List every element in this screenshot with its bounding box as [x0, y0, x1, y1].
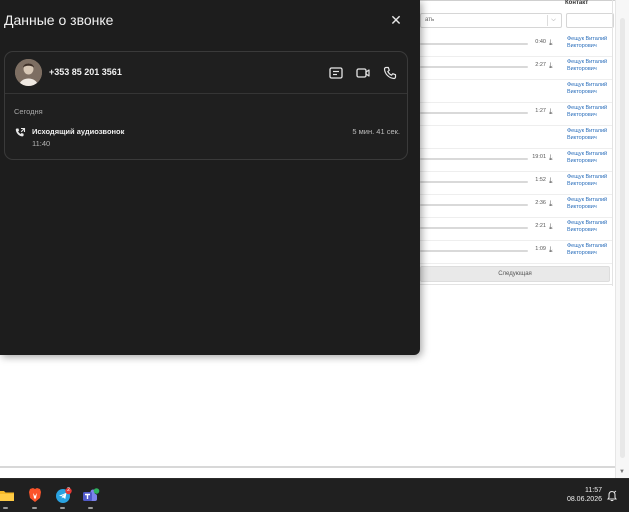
- audio-progress-track[interactable]: [420, 250, 528, 252]
- audio-duration: 2:36: [535, 200, 546, 206]
- contact-link[interactable]: Фещук Виталий Викторович: [567, 243, 613, 257]
- download-icon[interactable]: ⤓: [549, 199, 553, 209]
- call-type: Исходящий аудиозвонок: [32, 127, 125, 136]
- filter-select[interactable]: ать ⌵: [420, 13, 562, 28]
- table-row: 2:27 ⤓ Фещук Виталий Викторович: [420, 58, 612, 80]
- call-time: 11:40: [32, 139, 51, 148]
- table-right-border: [612, 0, 613, 286]
- audio-duration: 2:21: [535, 223, 546, 229]
- download-icon[interactable]: ⤓: [549, 245, 553, 255]
- call-details-card: +353 85 201 3561 Сегодня Исходящий аудио…: [4, 51, 408, 160]
- panel-title: Данные о звонке: [4, 12, 114, 28]
- table-row: 2:21 ⤓ Фещук Виталий Викторович: [420, 219, 612, 241]
- contact-link[interactable]: Фещук Виталий Викторович: [567, 128, 613, 142]
- table-bottom-border: [420, 284, 613, 285]
- contact-link[interactable]: Фещук Виталий Викторович: [567, 82, 613, 96]
- table-row: 0:40 ⤓ Фещук Виталий Викторович: [420, 35, 612, 57]
- section-label-today: Сегодня: [14, 107, 43, 116]
- audio-duration: 1:09: [535, 246, 546, 252]
- download-icon[interactable]: ⤓: [549, 38, 553, 48]
- taskbar: 2 11:57 08.06.2026: [0, 478, 629, 512]
- brave-lion-icon[interactable]: [27, 487, 43, 503]
- horizontal-scrollbar[interactable]: [0, 466, 615, 468]
- contact-filter-input[interactable]: [566, 13, 614, 28]
- audio-duration: 1:52: [535, 177, 546, 183]
- taskbar-running-indicator: [32, 507, 37, 509]
- audio-duration: 0:40: [535, 39, 546, 45]
- audio-progress-track[interactable]: [420, 158, 528, 160]
- vertical-scrollbar[interactable]: ▼: [615, 0, 629, 478]
- contact-link[interactable]: Фещук Виталий Викторович: [567, 59, 613, 73]
- telegram-unread-badge: 2: [67, 487, 70, 493]
- contact-link[interactable]: Фещук Виталий Викторович: [567, 197, 613, 211]
- audio-duration: 19:01: [532, 154, 546, 160]
- clock-date: 08.06.2026: [566, 496, 602, 503]
- table-row: Фещук Виталий Викторович: [420, 127, 612, 149]
- contact-link[interactable]: Фещук Виталий Викторович: [567, 174, 613, 188]
- download-icon[interactable]: ⤓: [549, 107, 553, 117]
- call-details-panel: Данные о звонке ✕ +353 85 201 3561 Сегод…: [0, 0, 420, 355]
- contact-link[interactable]: Фещук Виталий Викторович: [567, 151, 613, 165]
- table-row: 2:36 ⤓ Фещук Виталий Викторович: [420, 196, 612, 218]
- chevron-down-icon: ⌵: [547, 15, 559, 26]
- video-call-icon[interactable]: [355, 65, 371, 81]
- close-icon[interactable]: ✕: [388, 12, 404, 28]
- call-duration: 5 мин. 41 сек.: [352, 127, 400, 136]
- contact-link[interactable]: Фещук Виталий Викторович: [567, 220, 613, 234]
- contact-link[interactable]: Фещук Виталий Викторович: [567, 36, 613, 50]
- scrollbar-thumb[interactable]: [620, 18, 625, 458]
- audio-duration: 2:27: [535, 62, 546, 68]
- taskbar-running-indicator: [60, 507, 65, 509]
- outgoing-call-icon: [14, 126, 26, 138]
- audio-progress-track[interactable]: [420, 227, 528, 229]
- contact-phone-number: +353 85 201 3561: [49, 67, 122, 77]
- scroll-down-arrow-icon[interactable]: ▼: [619, 469, 625, 475]
- download-icon[interactable]: ⤓: [549, 176, 553, 186]
- column-header-contact: Контакт: [565, 0, 589, 6]
- contact-header: +353 85 201 3561: [5, 52, 407, 94]
- audio-progress-track[interactable]: [420, 204, 528, 206]
- notification-bell-icon[interactable]: [606, 489, 618, 502]
- clock-time: 11:57: [585, 487, 602, 494]
- download-icon[interactable]: ⤓: [549, 153, 553, 163]
- table-row: 1:09 ⤓ Фещук Виталий Викторович: [420, 242, 612, 264]
- audio-progress-track[interactable]: [420, 66, 528, 68]
- audio-duration: 1:27: [535, 108, 546, 114]
- table-row: 1:52 ⤓ Фещук Виталий Викторович: [420, 173, 612, 195]
- table-row: Фещук Виталий Викторович: [420, 81, 612, 103]
- audio-progress-track[interactable]: [420, 112, 528, 114]
- filter-select-value: ать: [425, 17, 435, 23]
- table-row: 19:01 ⤓ Фещук Виталий Викторович: [420, 150, 612, 172]
- download-icon[interactable]: ⤓: [549, 222, 553, 232]
- folder-icon[interactable]: [0, 487, 14, 503]
- contact-link[interactable]: Фещук Виталий Викторович: [567, 105, 613, 119]
- telegram-icon[interactable]: 2: [55, 487, 72, 503]
- table-row: 1:27 ⤓ Фещук Виталий Викторович: [420, 104, 612, 126]
- avatar[interactable]: [15, 59, 42, 86]
- taskbar-running-indicator: [3, 507, 8, 509]
- download-icon[interactable]: ⤓: [549, 61, 553, 71]
- phone-icon[interactable]: [382, 65, 398, 81]
- system-clock[interactable]: 11:57 08.06.2026: [556, 486, 602, 504]
- audio-progress-track[interactable]: [420, 43, 528, 45]
- teams-icon[interactable]: [82, 487, 100, 503]
- audio-progress-track[interactable]: [420, 181, 528, 183]
- call-history-item: Исходящий аудиозвонок 11:40 5 мин. 41 се…: [5, 122, 407, 150]
- message-icon[interactable]: [328, 65, 344, 81]
- taskbar-running-indicator: [88, 507, 93, 509]
- next-page-button[interactable]: Следующая: [420, 266, 610, 282]
